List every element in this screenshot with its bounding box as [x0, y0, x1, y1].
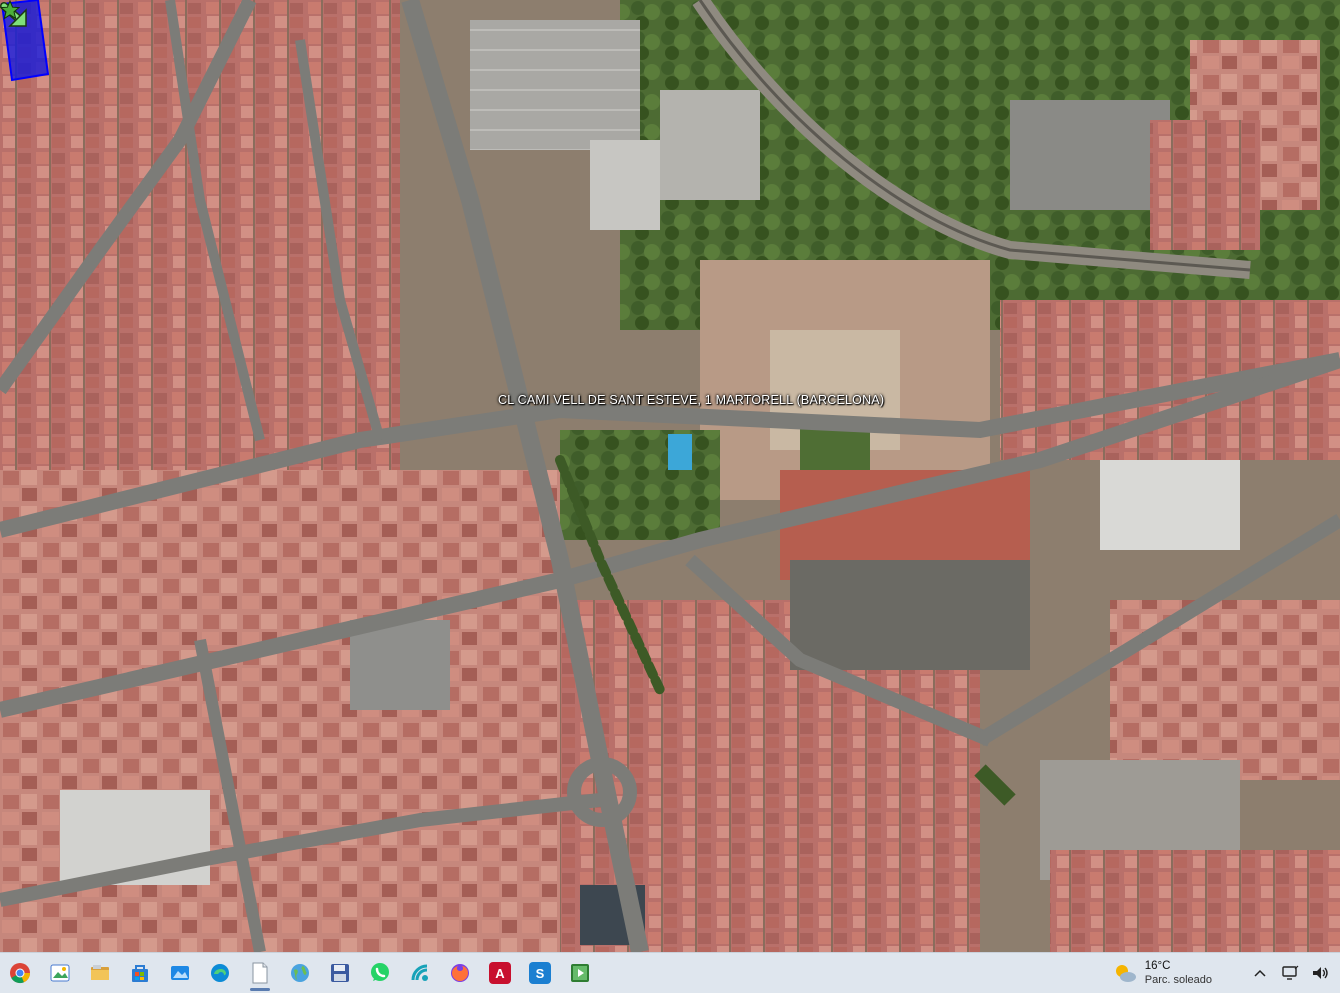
- satellite-map[interactable]: CL CAMI VELL DE SANT ESTEVE, 1 MARTORELL…: [0, 0, 1340, 952]
- address-label: CL CAMI VELL DE SANT ESTEVE, 1 MARTORELL…: [498, 393, 885, 407]
- autocad-letter: A: [489, 962, 511, 984]
- system-tray: 16°C Parc. soleado: [1113, 953, 1340, 993]
- star-marker-icon[interactable]: [0, 0, 20, 20]
- map-imagery: [0, 0, 1340, 952]
- globe-icon[interactable]: [280, 953, 320, 993]
- s-app-letter: S: [529, 962, 551, 984]
- partly-sunny-icon: [1115, 965, 1136, 982]
- weather-widget[interactable]: 16°C Parc. soleado: [1113, 959, 1212, 987]
- photos-icon[interactable]: [40, 953, 80, 993]
- store-icon[interactable]: [120, 953, 160, 993]
- s-app-icon[interactable]: S: [520, 953, 560, 993]
- file-explorer-icon[interactable]: [80, 953, 120, 993]
- media-player-icon[interactable]: [560, 953, 600, 993]
- connect-icon[interactable]: [400, 953, 440, 993]
- weather-temperature: 16°C: [1144, 960, 1171, 972]
- autocad-icon[interactable]: A: [480, 953, 520, 993]
- volume-icon[interactable]: [1308, 953, 1332, 993]
- whatsapp-icon[interactable]: [360, 953, 400, 993]
- taskbar: A S 16°C Parc. soleado: [0, 952, 1340, 993]
- firefox-icon[interactable]: [440, 953, 480, 993]
- network-icon[interactable]: [1278, 953, 1302, 993]
- edge-icon[interactable]: [200, 953, 240, 993]
- save-icon[interactable]: [320, 953, 360, 993]
- chrome-icon[interactable]: [0, 953, 40, 993]
- image-viewer-icon[interactable]: [160, 953, 200, 993]
- chevron-up-icon[interactable]: [1248, 953, 1272, 993]
- document-icon[interactable]: [240, 953, 280, 993]
- weather-condition: Parc. soleado: [1144, 974, 1212, 986]
